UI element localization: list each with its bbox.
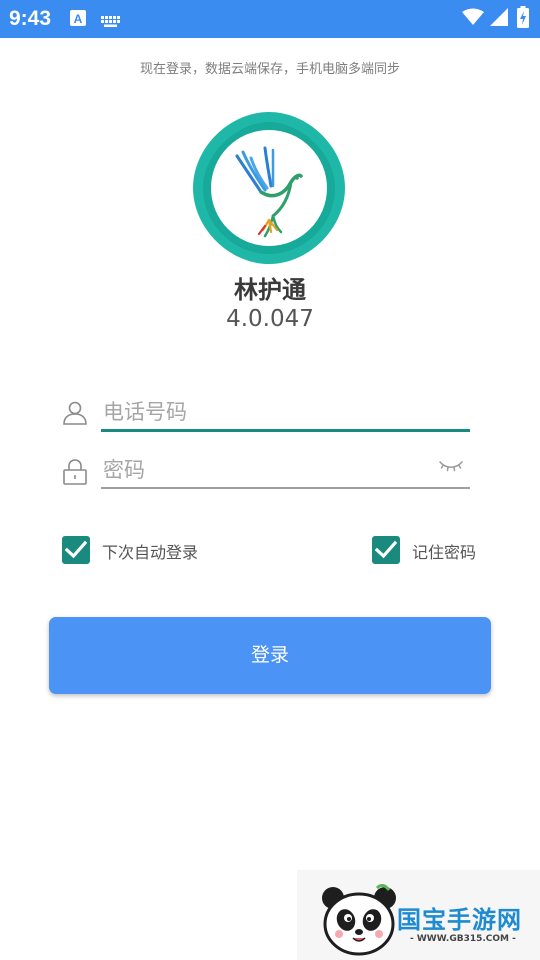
wifi-icon: [462, 8, 484, 30]
user-icon: [62, 400, 88, 430]
lock-icon: [62, 458, 88, 490]
dove-logo-icon: [189, 108, 349, 268]
app-name: 林护通: [234, 276, 306, 304]
app-version: 4.0.047: [226, 306, 314, 332]
checkbox-checked-icon[interactable]: [372, 536, 400, 564]
watermark: 国宝手游网 - WWW.GB315.COM -: [297, 870, 540, 960]
watermark-url: - WWW.GB315.COM -: [410, 934, 516, 944]
watermark-title: 国宝手游网: [397, 906, 522, 934]
password-input[interactable]: [101, 450, 433, 490]
login-screen: 9:43 A 现在登录，数据云端保存，手机电脑多端同步 林护通 4.0.047 …: [0, 0, 540, 960]
tagline: 现在登录，数据云端保存，手机电脑多端同步: [139, 62, 400, 77]
phone-input[interactable]: [101, 392, 433, 432]
status-time: 9:43: [9, 7, 52, 30]
login-button[interactable]: 登录: [49, 617, 491, 694]
keyboard-icon: [101, 13, 121, 32]
a-font-icon: A: [70, 10, 86, 30]
remember-password-checkbox[interactable]: 记住密码: [372, 536, 492, 564]
signal-icon: [490, 8, 508, 30]
phone-underline: [101, 429, 470, 432]
auto-login-label[interactable]: 下次自动登录: [102, 539, 198, 563]
auto-login-checkbox[interactable]: 下次自动登录: [62, 536, 212, 564]
remember-password-label[interactable]: 记住密码: [412, 539, 476, 563]
status-bar: 9:43 A: [0, 0, 540, 38]
checkbox-checked-icon[interactable]: [62, 536, 90, 564]
phone-field: [62, 392, 472, 436]
eye-closed-icon[interactable]: [439, 458, 463, 478]
battery-icon: [517, 6, 529, 32]
password-underline: [101, 487, 470, 489]
svg-text:A: A: [74, 12, 83, 26]
password-field: [62, 450, 472, 494]
panda-icon: [319, 883, 399, 960]
